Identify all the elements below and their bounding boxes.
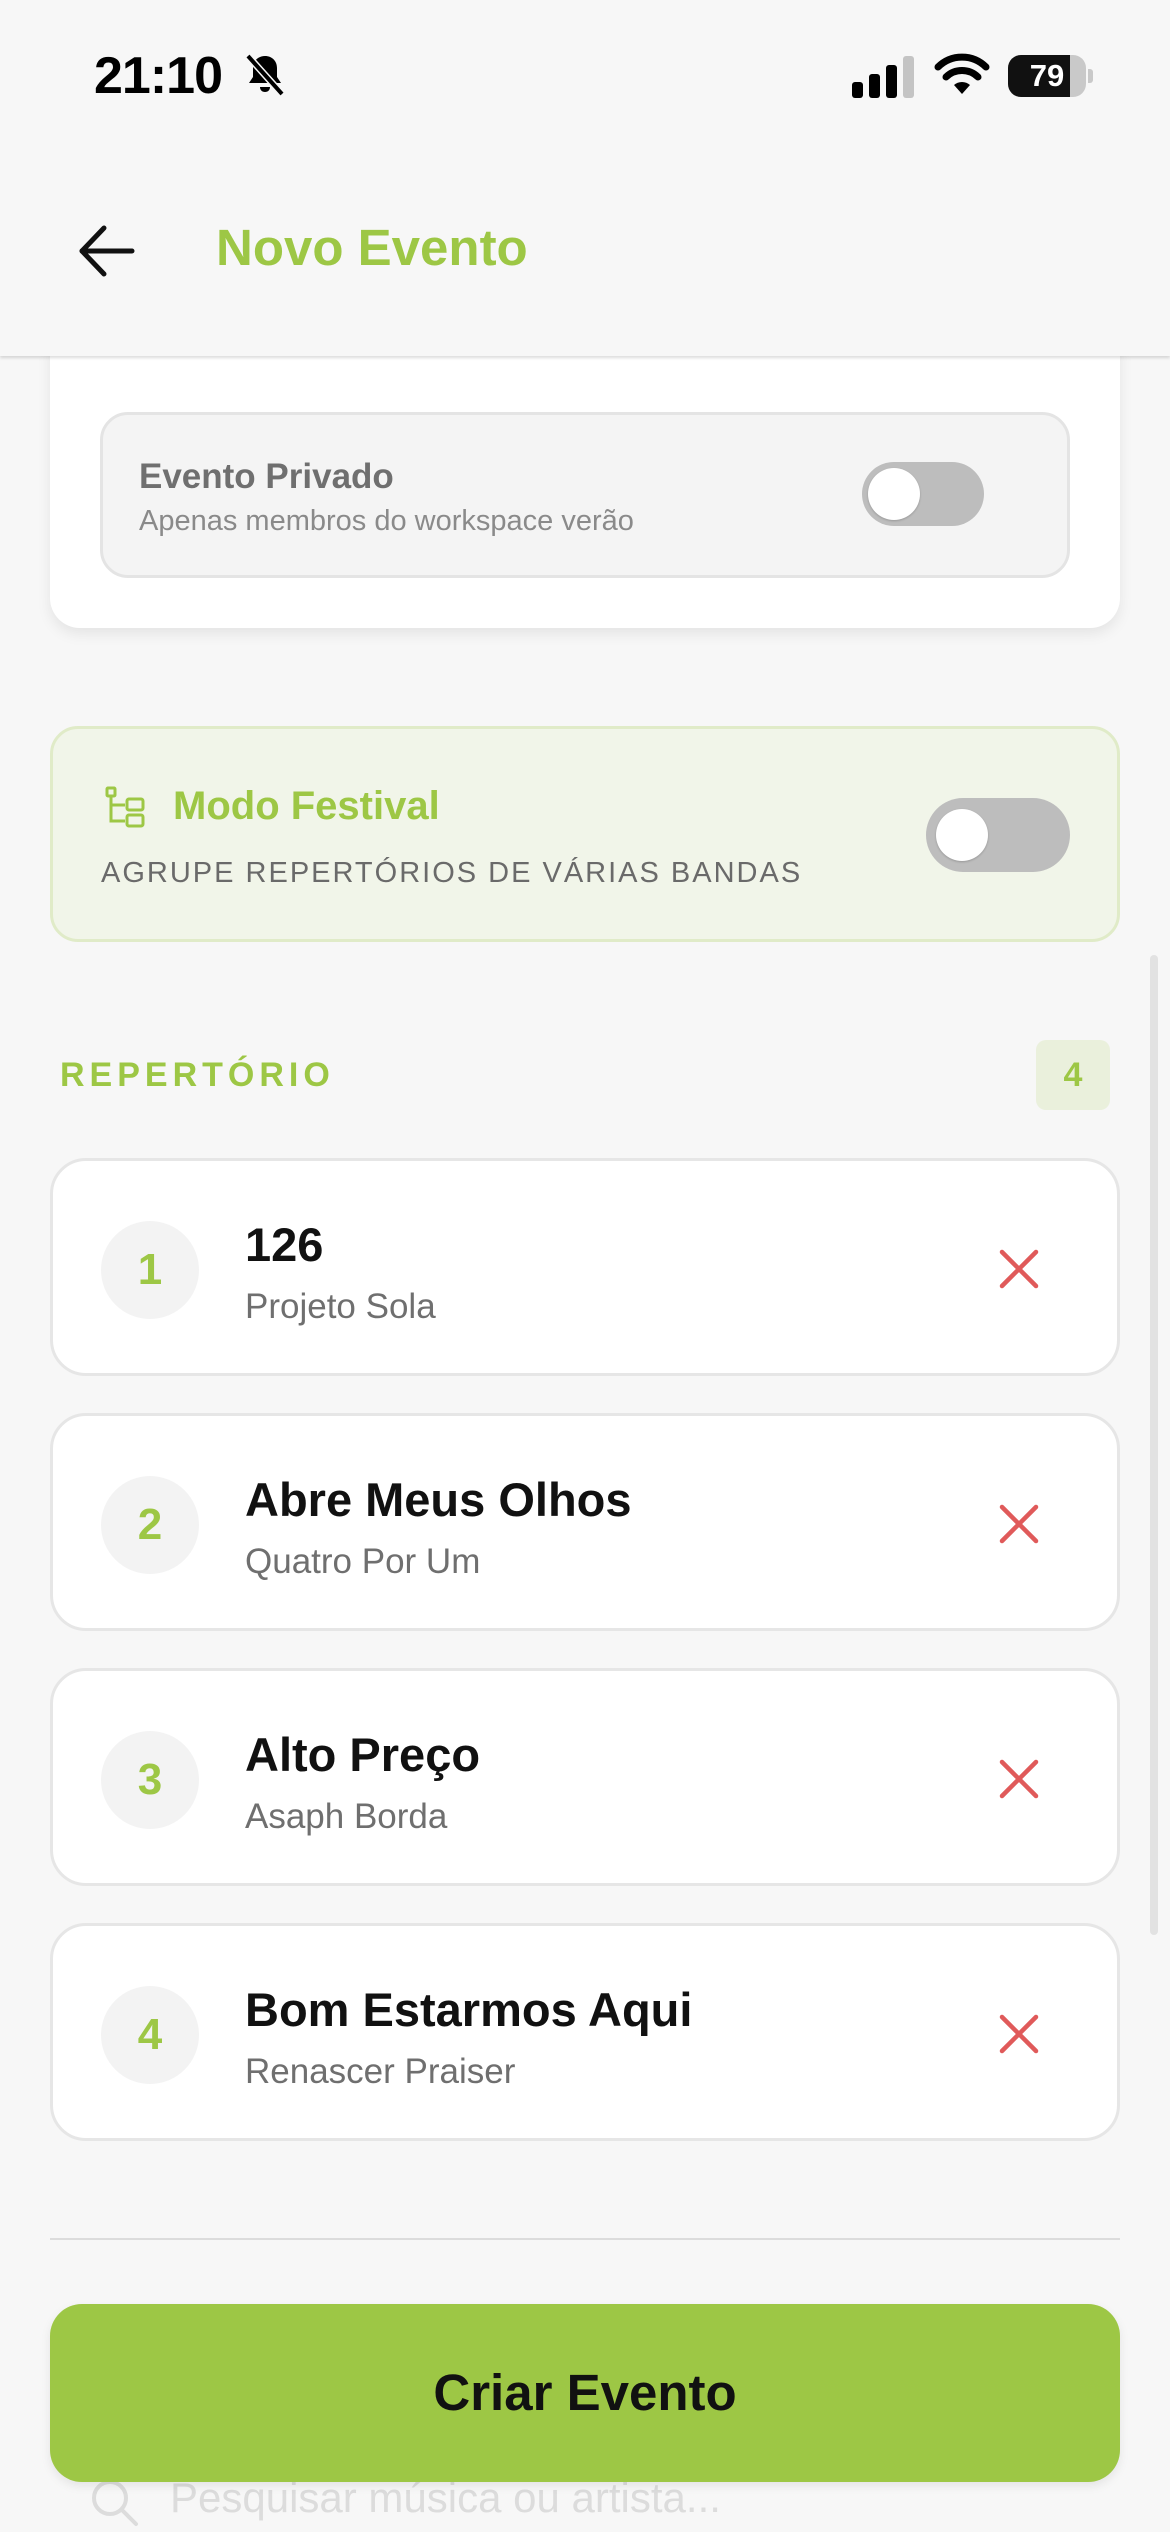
song-title: Bom Estarmos Aqui <box>245 1983 693 2036</box>
repertoire-count-badge: 4 <box>1036 1040 1110 1110</box>
bell-muted-icon <box>245 53 285 97</box>
song-item[interactable]: 1 126 Projeto Sola <box>50 1158 1120 1376</box>
song-number: 1 <box>101 1221 199 1319</box>
wifi-icon <box>934 53 990 94</box>
festival-mode-subtitle: AGRUPE REPERTÓRIOS DE VÁRIAS BANDAS <box>101 857 803 889</box>
top-bar: Novo Evento <box>0 150 1170 356</box>
private-event-title: Evento Privado <box>139 457 394 496</box>
remove-song-icon[interactable] <box>997 1247 1041 1291</box>
battery-level: 79 <box>1029 58 1065 93</box>
cellular-signal-icon <box>852 56 914 98</box>
private-event-subtitle: Apenas membros do workspace verão <box>139 505 634 537</box>
remove-song-icon[interactable] <box>997 2012 1041 2056</box>
song-item[interactable]: 2 Abre Meus Olhos Quatro Por Um <box>50 1413 1120 1631</box>
song-title: Alto Preço <box>245 1728 481 1781</box>
repertoire-label: REPERTÓRIO <box>60 1056 335 1094</box>
status-time: 21:10 <box>94 47 223 105</box>
battery-icon: 79 <box>1008 55 1093 97</box>
festival-mode-title: Modo Festival <box>173 784 440 828</box>
song-artist: Asaph Borda <box>245 1797 448 1836</box>
song-item[interactable]: 3 Alto Preço Asaph Borda <box>50 1668 1120 1886</box>
page-title: Novo Evento <box>216 219 528 276</box>
song-artist: Renascer Praiser <box>245 2052 516 2091</box>
song-number: 2 <box>101 1476 199 1574</box>
back-arrow-icon[interactable] <box>74 218 140 284</box>
festival-mode-icon <box>105 786 145 828</box>
song-number: 3 <box>101 1731 199 1829</box>
song-artist: Quatro Por Um <box>245 1542 481 1581</box>
divider <box>50 2238 1120 2240</box>
scrollbar[interactable] <box>1150 955 1158 1935</box>
remove-song-icon[interactable] <box>997 1757 1041 1801</box>
remove-song-icon[interactable] <box>997 1502 1041 1546</box>
song-title: Abre Meus Olhos <box>245 1473 632 1526</box>
private-event-toggle[interactable] <box>862 462 984 526</box>
search-icon <box>92 2480 138 2526</box>
song-item[interactable]: 4 Bom Estarmos Aqui Renascer Praiser <box>50 1923 1120 2141</box>
song-title: 126 <box>245 1218 324 1271</box>
create-event-button[interactable]: Criar Evento <box>50 2304 1120 2482</box>
toggle-knob <box>936 809 988 861</box>
song-number: 4 <box>101 1986 199 2084</box>
toggle-knob <box>868 468 920 520</box>
festival-mode-toggle[interactable] <box>926 798 1070 872</box>
status-bar: 21:10 79 <box>0 0 1170 150</box>
song-artist: Projeto Sola <box>245 1287 436 1326</box>
